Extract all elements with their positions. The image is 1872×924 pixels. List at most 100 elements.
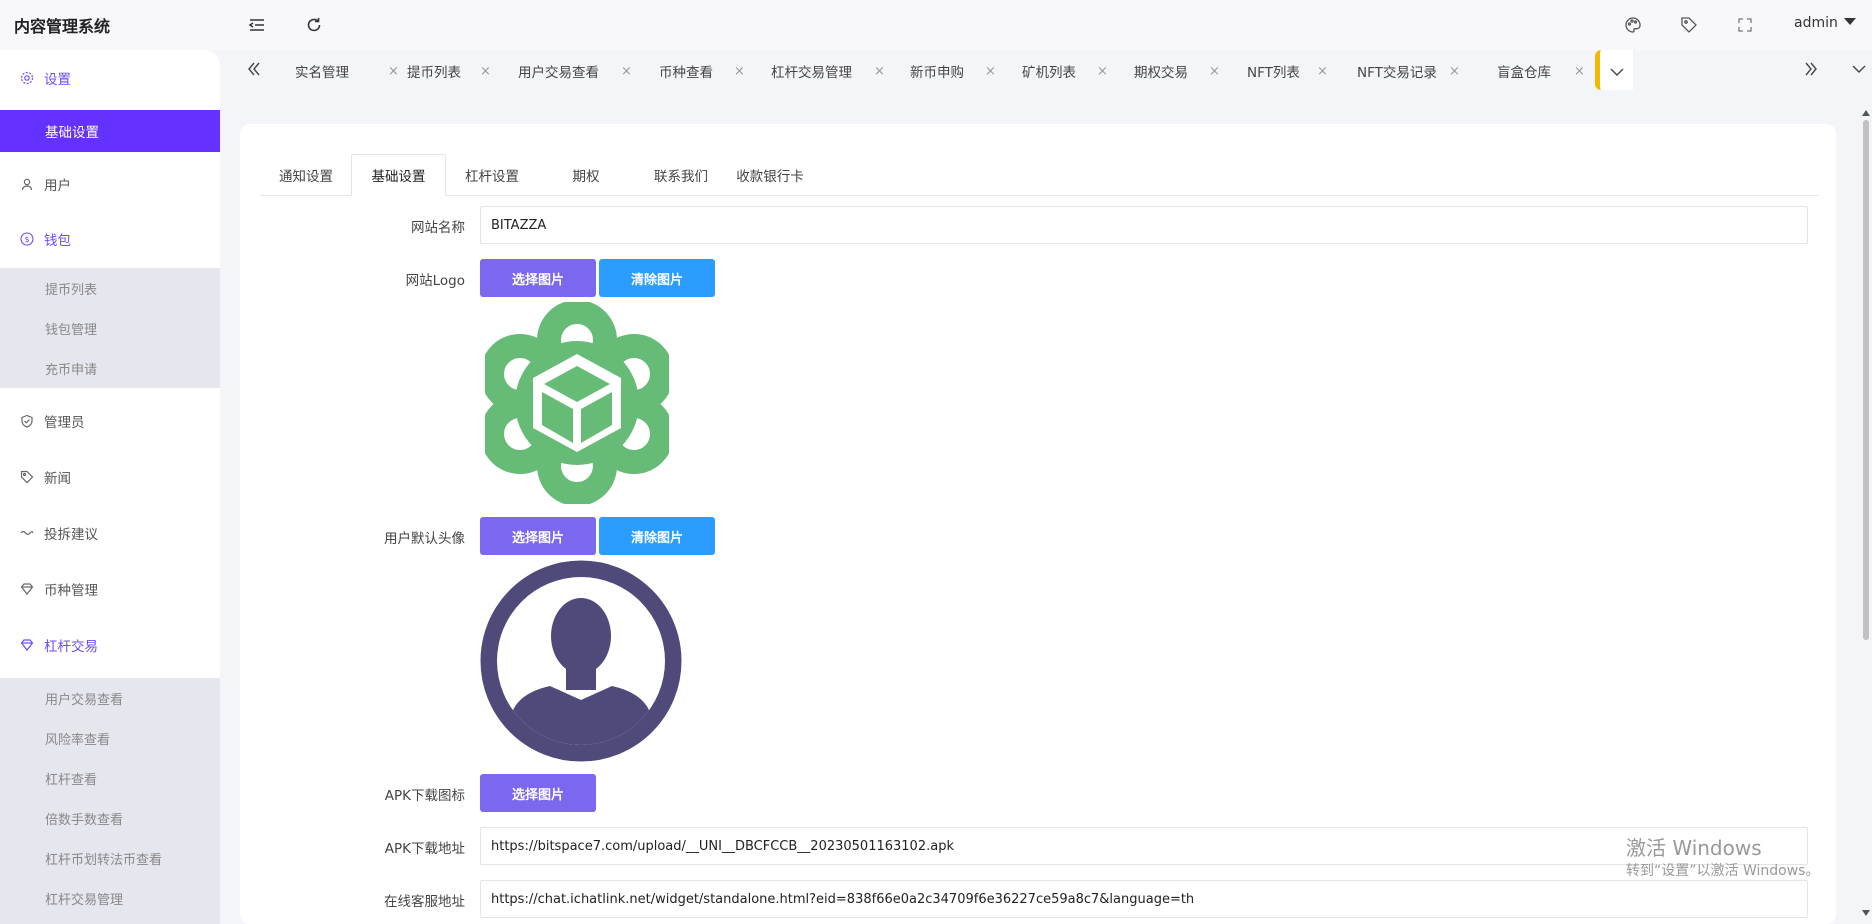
caret-down-icon <box>1843 18 1856 25</box>
avatar-clear-button[interactable]: 清除图片 <box>599 517 715 555</box>
sidebar-subitem-label: 提币列表 <box>45 282 98 298</box>
close-icon[interactable]: × <box>1574 64 1585 79</box>
sidebar-item-leverage[interactable]: 杠杆交易 <box>0 617 220 673</box>
tabs-scroll-left-icon[interactable] <box>245 60 263 82</box>
logo-pick-button[interactable]: 选择图片 <box>480 259 596 297</box>
tab-withdraw-list[interactable]: 提币列表 × <box>407 50 491 92</box>
close-icon[interactable]: × <box>1449 64 1460 79</box>
settings-panel: 通知设置 基础设置 杠杆设置 期权 联系我们 收款银行卡 网站名称 BITAZZ… <box>240 124 1836 924</box>
tab-label: 新币申购 <box>910 65 964 81</box>
collapse-menu-icon[interactable] <box>248 16 266 34</box>
sidebar-subitem-multiplier-lots[interactable]: 倍数手数查看 <box>0 798 220 838</box>
sidebar-item-user[interactable]: 用户 <box>0 156 220 212</box>
active-tab-marker[interactable] <box>1595 50 1633 90</box>
subtab-basic[interactable]: 基础设置 <box>351 154 446 196</box>
page-scrollbar[interactable] <box>1860 108 1872 924</box>
sidebar-subitem-user-trades[interactable]: 用户交易查看 <box>0 678 220 718</box>
tab-miner-list[interactable]: 矿机列表 × <box>1022 50 1108 92</box>
scrollbar-thumb[interactable] <box>1863 120 1869 640</box>
sidebar-item-label: 钱包 <box>44 233 71 249</box>
tabs-dropdown-icon[interactable] <box>1850 60 1868 82</box>
close-icon[interactable]: × <box>985 64 996 79</box>
apk-icon-pick-button[interactable]: 选择图片 <box>480 774 596 812</box>
close-icon[interactable]: × <box>874 64 885 79</box>
close-icon[interactable]: × <box>1209 64 1220 79</box>
tab-label: 实名管理 <box>295 65 349 81</box>
avatar-preview-image <box>480 560 682 762</box>
tag-icon <box>20 470 34 484</box>
tabs-scroll-right-icon[interactable] <box>1802 60 1820 82</box>
close-icon[interactable]: × <box>480 64 491 79</box>
theme-palette-icon[interactable] <box>1624 16 1642 34</box>
sidebar-subitem-label: 基础设置 <box>45 125 99 141</box>
service-url-input[interactable]: https://chat.ichatlink.net/widget/standa… <box>480 880 1808 918</box>
sidebar-item-news[interactable]: 新闻 <box>0 449 220 505</box>
sidebar-subitem-label: 倍数手数查看 <box>45 812 124 828</box>
fullscreen-icon[interactable] <box>1736 16 1754 34</box>
tab-nft-list[interactable]: NFT列表 × <box>1247 50 1328 92</box>
sidebar-item-label: 投拆建议 <box>44 527 98 543</box>
sidebar-item-settings[interactable]: 设置 <box>0 50 220 106</box>
close-icon[interactable]: × <box>621 64 632 79</box>
subtab-label: 杠杆设置 <box>465 169 519 185</box>
user-menu[interactable]: admin <box>1794 15 1856 31</box>
sidebar-item-coins[interactable]: 币种管理 <box>0 561 220 617</box>
sidebar-subitem-risk-rate[interactable]: 风险率查看 <box>0 718 220 758</box>
subtab-notification[interactable]: 通知设置 <box>260 154 352 196</box>
scroll-down-arrow-icon[interactable] <box>1860 908 1872 918</box>
sidebar-item-complaints[interactable]: 投拆建议 <box>0 505 220 561</box>
sidebar-item-label: 用户 <box>44 178 71 194</box>
settings-subtabs: 通知设置 基础设置 杠杆设置 期权 联系我们 收款银行卡 <box>260 154 1818 196</box>
sidebar-item-admin[interactable]: 管理员 <box>0 393 220 449</box>
sidebar-subitem-label: 杠杆交易管理 <box>45 892 124 908</box>
tab-real-name[interactable]: 实名管理 × <box>295 50 399 92</box>
sidebar-subitem-deposit-request[interactable]: 充币申请 <box>0 348 220 388</box>
sidebar-subitem-transfer-view[interactable]: 杠杆币划转法币查看 <box>0 838 220 878</box>
gear-icon <box>20 71 34 85</box>
tab-options-trade[interactable]: 期权交易 × <box>1134 50 1220 92</box>
close-icon[interactable]: × <box>1317 64 1328 79</box>
tab-user-trades[interactable]: 用户交易查看 × <box>518 50 632 92</box>
user-name: admin <box>1794 15 1838 31</box>
windows-activation-title: 激活 Windows <box>1626 836 1762 860</box>
tab-leverage-manage[interactable]: 杠杆交易管理 × <box>771 50 885 92</box>
sidebar-subitem-wallet-manage[interactable]: 钱包管理 <box>0 308 220 348</box>
refresh-icon[interactable] <box>305 16 323 34</box>
tab-coin-view[interactable]: 币种查看 × <box>659 50 745 92</box>
close-icon[interactable]: × <box>1097 64 1108 79</box>
subtab-leverage[interactable]: 杠杆设置 <box>446 154 538 196</box>
subtab-bank-card[interactable]: 收款银行卡 <box>728 154 812 196</box>
tab-nft-records[interactable]: NFT交易记录 × <box>1357 50 1460 92</box>
tab-blind-box[interactable]: 盲盒仓库 × <box>1497 50 1585 92</box>
leverage-submenu: 用户交易查看 风险率查看 杠杆查看 倍数手数查看 杠杆币划转法币查看 杠杆交易管… <box>0 678 220 924</box>
subtab-contact[interactable]: 联系我们 <box>635 154 727 196</box>
subtab-label: 基础设置 <box>371 169 426 185</box>
logo-clear-button[interactable]: 清除图片 <box>599 259 715 297</box>
scroll-up-arrow-icon[interactable] <box>1860 108 1872 118</box>
close-icon[interactable]: × <box>734 64 745 79</box>
sidebar-subitem-leverage-manage[interactable]: 杠杆交易管理 <box>0 878 220 918</box>
avatar-pick-button[interactable]: 选择图片 <box>480 517 596 555</box>
sidebar-subitem-withdraw-list[interactable]: 提币列表 <box>0 268 220 308</box>
sidebar-subitem-label: 杠杆币划转法币查看 <box>45 852 163 868</box>
site-name-value: BITAZZA <box>491 217 547 233</box>
tag-icon[interactable] <box>1680 16 1698 34</box>
sidebar-subitem-basic-settings[interactable]: 基础设置 <box>0 110 220 152</box>
chevron-down-icon <box>1610 68 1624 76</box>
top-bar: 内容管理系统 admin <box>0 0 1872 50</box>
site-name-input[interactable]: BITAZZA <box>480 206 1808 244</box>
service-url-value: https://chat.ichatlink.net/widget/standa… <box>491 891 1195 907</box>
diamond-icon <box>20 582 34 596</box>
subtab-label: 通知设置 <box>279 169 333 185</box>
wallet-submenu: 提币列表 钱包管理 充币申请 <box>0 268 220 388</box>
sidebar-item-label: 新闻 <box>44 471 71 487</box>
sidebar-item-label: 设置 <box>44 72 71 88</box>
sidebar-subitem-leverage-view[interactable]: 杠杆查看 <box>0 758 220 798</box>
subtab-options[interactable]: 期权 <box>540 154 632 196</box>
tab-label: 用户交易查看 <box>518 65 599 81</box>
sidebar-item-wallet[interactable]: $ 钱包 <box>0 211 220 267</box>
tab-new-coin[interactable]: 新币申购 × <box>910 50 996 92</box>
tab-label: 期权交易 <box>1134 65 1188 81</box>
apk-url-input[interactable]: https://bitspace7.com/upload/__UNI__DBCF… <box>480 827 1808 865</box>
close-icon[interactable]: × <box>388 64 399 79</box>
